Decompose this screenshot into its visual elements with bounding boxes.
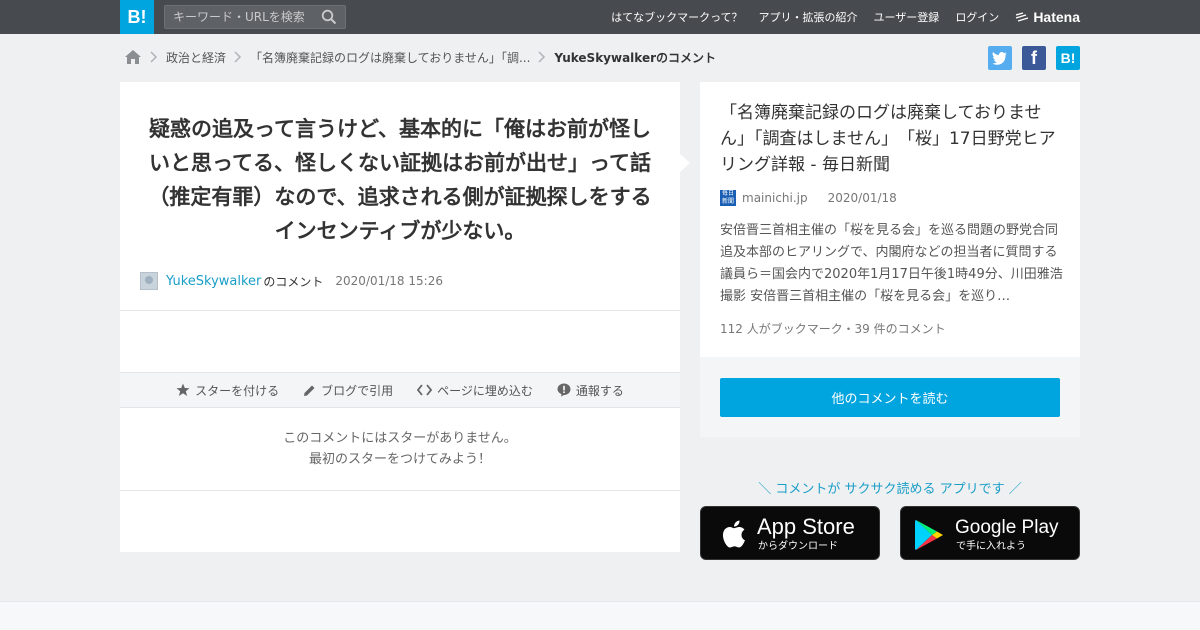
comment-username[interactable]: YukeSkywalker (166, 274, 261, 289)
footer-area (0, 601, 1200, 630)
nav-about[interactable]: はてなブックマークって？ (611, 9, 742, 25)
nav-login[interactable]: ログイン (955, 9, 999, 25)
google-play-subtitle: で手に入れよう (956, 541, 1026, 552)
no-star-message: このコメントにはスターがありません。 最初のスターをつけてみよう！ (120, 428, 680, 470)
search-input[interactable] (165, 6, 315, 28)
entry-source: 毎日新聞 mainichi.jp 2020/01/18 (720, 190, 897, 206)
google-play-title: Google Play (955, 517, 1059, 538)
comment-actions: スターを付ける ブログで引用 ページに埋め込む 通報する (120, 372, 680, 408)
code-icon (417, 384, 433, 396)
chevron-right-icon (234, 51, 242, 63)
breadcrumb-entry[interactable]: 「名簿廃棄記録のログは廃棄しておりません」「調... (250, 49, 530, 66)
nav-register[interactable]: ユーザー登録 (874, 9, 940, 25)
top-nav: はてなブックマークって？ アプリ・拡張の紹介 ユーザー登録 ログイン Haten… (595, 0, 1080, 34)
apple-icon (722, 520, 745, 548)
google-play-badge[interactable]: Google Play で手に入れよう (900, 506, 1080, 560)
search-box[interactable] (164, 5, 346, 29)
star-icon (176, 383, 190, 396)
mainichi-favicon-icon: 毎日新聞 (720, 190, 736, 206)
entry-description: 安倍晋三首相主催の「桜を見る会」を巡る問題の野党合同追及本部のヒアリングで、内閣… (720, 223, 1063, 304)
hatena-brand-link[interactable]: Hatena (1015, 9, 1080, 25)
entry-date: 2020/01/18 (827, 191, 897, 205)
google-play-icon (915, 520, 943, 550)
breadcrumb-current: YukeSkywalkerのコメント (554, 50, 717, 65)
blog-quote-label: ブログで引用 (321, 383, 394, 398)
breadcrumb: 政治と経済 「名簿廃棄記録のログは廃棄しておりません」「調... YukeSky… (124, 46, 716, 68)
entry-stats[interactable]: 112 人がブックマーク・39 件のコメント (720, 320, 946, 337)
app-store-title: App Store (757, 514, 855, 539)
facebook-share-button[interactable]: f (1022, 46, 1046, 70)
add-star-button[interactable]: スターを付ける (176, 382, 279, 399)
report-icon (557, 383, 571, 397)
embed-button[interactable]: ページに埋め込む (417, 382, 533, 399)
divider (120, 310, 680, 311)
comment-card: 疑惑の追及って言うけど、基本的に「俺はお前が怪しいと思ってる、怪しくない証拠はお… (120, 82, 680, 552)
breadcrumb-category[interactable]: 政治と経済 (166, 49, 226, 66)
divider (120, 490, 680, 491)
no-star-line-2: 最初のスターをつけてみよう！ (308, 452, 491, 467)
comment-meta: YukeSkywalker のコメント 2020/01/18 15:26 (140, 271, 443, 291)
entry-card: 「名簿廃棄記録のログは廃棄しておりません」「調査はしません」 「桜」17日野党ヒ… (700, 82, 1080, 357)
twitter-share-button[interactable] (988, 46, 1012, 70)
read-more-box: 他のコメントを読む (700, 357, 1080, 437)
blog-quote-button[interactable]: ブログで引用 (303, 382, 393, 399)
report-button[interactable]: 通報する (557, 382, 624, 399)
avatar[interactable] (140, 272, 158, 290)
embed-label: ページに埋め込む (437, 383, 533, 398)
hatena-bookmark-icon: B! (1060, 50, 1076, 66)
hatena-share-button[interactable]: B! (1056, 46, 1080, 70)
entry-title[interactable]: 「名簿廃棄記録のログは廃棄しておりません」「調査はしません」 「桜」17日野党ヒ… (720, 100, 1065, 178)
app-promo-text: ＼ コメントが サクサク読める アプリです ／ (758, 482, 1022, 497)
hatena-bookmark-logo[interactable]: B! (120, 0, 154, 34)
hatena-cloud-icon (1016, 12, 1029, 22)
comment-user-suffix: のコメント (263, 274, 324, 289)
hatena-brand-text: Hatena (1033, 9, 1080, 25)
share-buttons: f B! (978, 46, 1080, 70)
card-pointer (680, 154, 690, 172)
facebook-icon: f (1031, 48, 1037, 68)
add-star-label: スターを付ける (195, 383, 280, 398)
app-store-badge[interactable]: App Store からダウンロード (700, 506, 880, 560)
twitter-icon (992, 51, 1007, 65)
top-bar: B! はてなブックマークって？ アプリ・拡張の紹介 ユーザー登録 ログイン Ha… (0, 0, 1200, 34)
nav-apps[interactable]: アプリ・拡張の紹介 (759, 9, 858, 25)
read-other-comments-button[interactable]: 他のコメントを読む (720, 378, 1060, 417)
no-star-line-1: このコメントにはスターがありません。 (283, 431, 517, 446)
chevron-right-icon (538, 51, 546, 63)
chevron-right-icon (150, 51, 158, 63)
report-label: 通報する (575, 383, 624, 398)
comment-text: 疑惑の追及って言うけど、基本的に「俺はお前が怪しいと思ってる、怪しくない証拠はお… (148, 117, 652, 243)
comment-datetime[interactable]: 2020/01/18 15:26 (335, 274, 443, 288)
app-store-subtitle: からダウンロード (758, 541, 838, 552)
pencil-icon (304, 385, 315, 396)
search-icon[interactable] (321, 9, 337, 25)
entry-domain[interactable]: mainichi.jp (742, 191, 808, 205)
home-icon[interactable] (124, 49, 142, 65)
